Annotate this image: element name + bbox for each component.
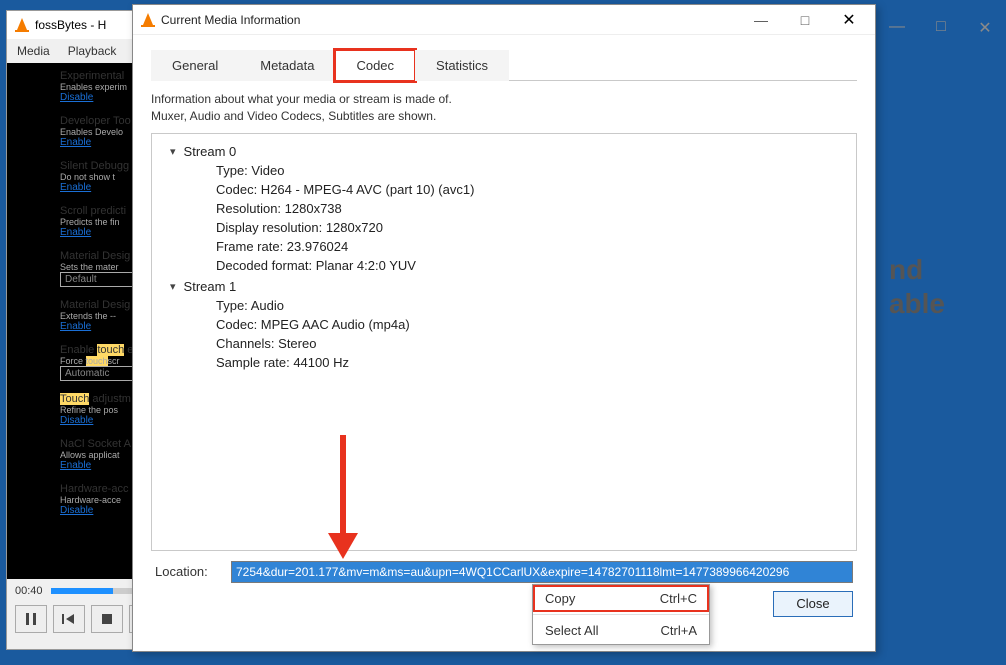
chevron-down-icon: ▾ xyxy=(170,280,176,293)
stream-0-header[interactable]: ▾ Stream 0 xyxy=(170,144,846,159)
time-elapsed: 00:40 xyxy=(15,585,43,597)
tab-statistics[interactable]: Statistics xyxy=(415,50,509,81)
dialog-maximize-button[interactable]: □ xyxy=(783,5,827,35)
ctx-select-all[interactable]: Select AllCtrl+A xyxy=(533,617,709,644)
stream-prop: Codec: H264 - MPEG-4 AVC (part 10) (avc1… xyxy=(216,180,846,199)
chevron-down-icon: ▾ xyxy=(170,145,176,158)
outer-close-button[interactable]: ✕ xyxy=(972,18,998,38)
dialog-close-button[interactable]: ✕ xyxy=(827,5,871,35)
tab-metadata[interactable]: Metadata xyxy=(239,50,335,81)
ctx-copy[interactable]: CopyCtrl+C xyxy=(533,585,709,612)
stream-prop: Codec: MPEG AAC Audio (mp4a) xyxy=(216,315,846,334)
pause-button[interactable] xyxy=(15,605,47,633)
dialog-title: Current Media Information xyxy=(161,13,300,27)
dialog-title-bar[interactable]: Current Media Information — □ ✕ xyxy=(133,5,875,35)
menu-playback[interactable]: Playback xyxy=(68,44,117,58)
tab-codec[interactable]: Codec xyxy=(335,50,415,81)
stream-prop: Sample rate: 44100 Hz xyxy=(216,353,846,372)
codec-info-text: Information about what your media or str… xyxy=(151,81,857,133)
stream-prop: Display resolution: 1280x720 xyxy=(216,218,846,237)
stream-prop: Channels: Stereo xyxy=(216,334,846,353)
previous-button[interactable] xyxy=(53,605,85,633)
outer-minimize-button[interactable]: — xyxy=(884,18,910,38)
stream-prop: Type: Audio xyxy=(216,296,846,315)
pause-icon xyxy=(26,613,36,625)
stream-prop: Type: Video xyxy=(216,161,846,180)
annotation-arrow xyxy=(328,435,358,575)
outer-window-controls: — □ ✕ xyxy=(884,18,998,38)
stream-prop: Frame rate: 23.976024 xyxy=(216,237,846,256)
dialog-minimize-button[interactable]: — xyxy=(739,5,783,35)
vlc-cone-icon xyxy=(141,13,155,27)
menu-media[interactable]: Media xyxy=(17,44,50,58)
tab-general[interactable]: General xyxy=(151,50,239,81)
stop-button[interactable] xyxy=(91,605,123,633)
close-button[interactable]: Close xyxy=(773,591,853,617)
stream-prop: Resolution: 1280x738 xyxy=(216,199,846,218)
codec-tree[interactable]: ▾ Stream 0 Type: Video Codec: H264 - MPE… xyxy=(151,133,857,551)
vlc-window-title: fossBytes - H xyxy=(35,18,106,32)
dialog-tabs: General Metadata Codec Statistics xyxy=(151,49,857,81)
ctx-separator xyxy=(533,614,709,615)
location-label: Location: xyxy=(155,564,221,579)
vlc-cone-icon xyxy=(15,18,29,32)
video-text-overlay: nd able xyxy=(889,253,945,320)
media-info-dialog: Current Media Information — □ ✕ General … xyxy=(132,4,876,652)
stream-1-header[interactable]: ▾ Stream 1 xyxy=(170,279,846,294)
stop-icon xyxy=(102,614,112,624)
outer-maximize-button[interactable]: □ xyxy=(928,18,954,38)
context-menu: CopyCtrl+C Select AllCtrl+A xyxy=(532,584,710,645)
location-input[interactable] xyxy=(231,561,853,583)
stream-prop: Decoded format: Planar 4:2:0 YUV xyxy=(216,256,846,275)
prev-icon xyxy=(62,614,76,624)
